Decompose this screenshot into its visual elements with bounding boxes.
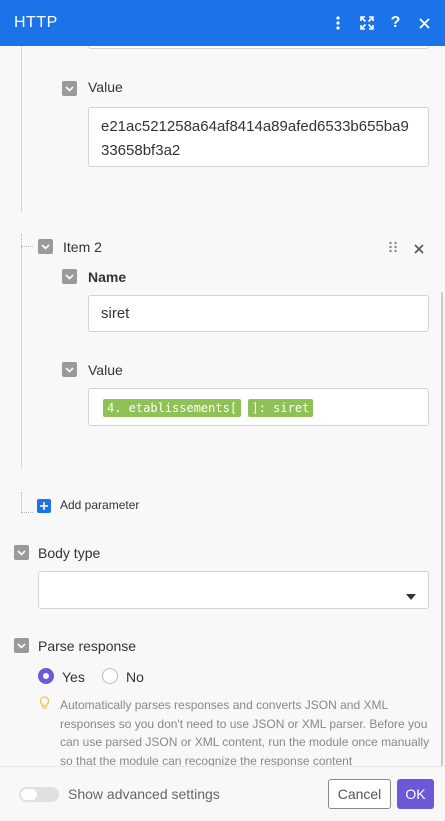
- value-tokens: 4. etablissements[ ]: siret: [89, 389, 428, 427]
- parse-response-hint: Automatically parses responses and conve…: [60, 698, 430, 766]
- collapse-checkbox[interactable]: [62, 269, 77, 284]
- item2-name-text: siret: [101, 305, 130, 322]
- item1-name-field-partial[interactable]: [88, 46, 429, 49]
- help-icon[interactable]: ?: [381, 0, 410, 46]
- collapse-checkbox[interactable]: [14, 545, 29, 560]
- module-footer: Show advanced settings Cancel OK: [0, 766, 445, 821]
- module-settings-panel[interactable]: Value e21ac521258a64af8414a89afed6533b65…: [0, 46, 445, 766]
- radio-yes[interactable]: [38, 668, 54, 684]
- expand-icon[interactable]: [352, 0, 381, 46]
- lightbulb-icon: [39, 696, 50, 715]
- mapped-value-pill[interactable]: 4. etablissements[: [103, 399, 242, 417]
- tree-line: [21, 234, 22, 468]
- body-type-select[interactable]: [38, 571, 429, 609]
- mapped-value-pill[interactable]: ]: siret: [247, 399, 314, 417]
- ok-button[interactable]: OK: [397, 779, 434, 809]
- radio-no[interactable]: [102, 668, 118, 684]
- item2-value-field[interactable]: 4. etablissements[ ]: siret: [88, 388, 429, 426]
- module-title: HTTP: [14, 14, 58, 31]
- body-type-label: Body type: [38, 545, 101, 561]
- advanced-settings-toggle[interactable]: [19, 787, 59, 802]
- scrollbar[interactable]: [441, 292, 443, 766]
- collapse-checkbox[interactable]: [62, 362, 77, 377]
- collapse-checkbox[interactable]: [38, 239, 53, 254]
- item2-name-field[interactable]: siret: [88, 295, 429, 332]
- more-vertical-icon[interactable]: [323, 0, 352, 46]
- tree-line: [21, 492, 22, 512]
- close-icon[interactable]: [410, 0, 439, 46]
- add-parameter-button[interactable]: Add parameter: [60, 498, 139, 512]
- chevron-down-icon: [406, 587, 416, 605]
- collapse-checkbox[interactable]: [14, 638, 29, 653]
- remove-item-icon[interactable]: [414, 241, 424, 259]
- item1-value-label: Value: [88, 79, 123, 95]
- item2-value-label: Value: [88, 362, 123, 378]
- collapse-checkbox[interactable]: [62, 81, 77, 96]
- add-icon[interactable]: [37, 499, 51, 513]
- tree-line: [21, 246, 33, 247]
- drag-handle-icon[interactable]: [388, 240, 398, 258]
- module-header: HTTP ?: [0, 0, 445, 46]
- parse-response-label: Parse response: [38, 638, 137, 654]
- tree-line: [21, 46, 22, 211]
- item2-name-label: Name: [88, 269, 127, 285]
- radio-yes-label[interactable]: Yes: [62, 669, 85, 685]
- radio-no-label[interactable]: No: [126, 669, 144, 685]
- item1-value-text: e21ac521258a64af8414a89afed6533b655ba933…: [101, 118, 409, 159]
- item1-value-field[interactable]: e21ac521258a64af8414a89afed6533b655ba933…: [88, 107, 429, 167]
- cancel-button[interactable]: Cancel: [328, 779, 391, 809]
- advanced-settings-label[interactable]: Show advanced settings: [68, 786, 220, 802]
- item2-title: Item 2: [63, 239, 102, 255]
- toggle-knob: [21, 789, 37, 800]
- tree-line: [21, 512, 33, 513]
